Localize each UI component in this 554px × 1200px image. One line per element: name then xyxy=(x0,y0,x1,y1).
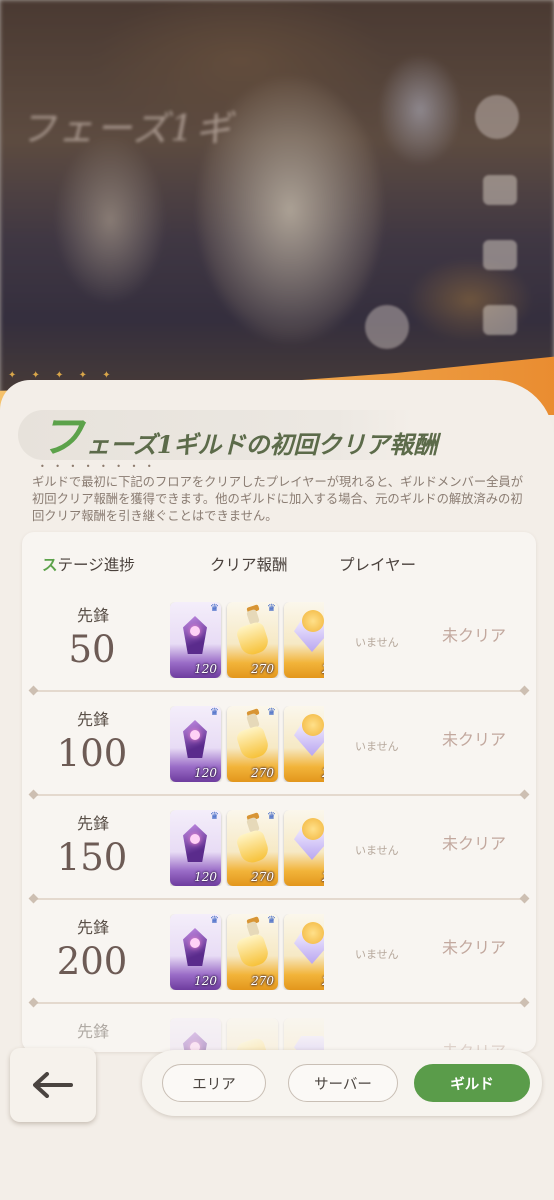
crown-icon: ♛ xyxy=(210,707,219,718)
item-count: 270 xyxy=(251,662,274,676)
description-text: ギルドで最初に下記のフロアをクリアしたプレイヤーが現れると、ギルドメンバー全員が… xyxy=(32,475,524,523)
reward-item[interactable] xyxy=(227,1018,278,1052)
reward-item[interactable]: ♛ 270 xyxy=(227,914,278,990)
item-count: 2 xyxy=(322,974,324,988)
gold-flask-icon xyxy=(235,828,271,866)
reward-item[interactable]: ♛ 2 xyxy=(284,810,324,886)
table-row: 先鋒 50 ♛ 120 ♛ 270 ♛ 2 いません 未クリア xyxy=(22,588,536,692)
stage-number: 50 xyxy=(68,628,116,671)
clear-status: 未クリア xyxy=(442,938,507,957)
reward-item[interactable] xyxy=(284,1018,324,1052)
clear-status: 未クリア xyxy=(442,626,507,645)
player-name: いません xyxy=(355,948,399,961)
background-blurred-icon xyxy=(483,175,517,205)
reward-items: ♛ 120 ♛ 270 ♛ 2 xyxy=(170,914,324,990)
reward-item[interactable]: ♛ 270 xyxy=(227,706,278,782)
ranking-tabs: エリア サーバー ギルド xyxy=(142,1050,542,1116)
stage-label: 先鋒 xyxy=(77,606,110,625)
col-player-header: プレイヤー xyxy=(339,556,417,574)
reward-item[interactable]: ♛ 120 xyxy=(170,706,221,782)
table-row: 先鋒 200 ♛ 120 ♛ 270 ♛ 2 いません 未クリア xyxy=(22,900,536,1004)
player-name: いません xyxy=(355,844,399,857)
back-button[interactable] xyxy=(10,1048,96,1122)
reward-item[interactable]: ♛ 2 xyxy=(284,914,324,990)
back-arrow-icon xyxy=(33,1072,73,1098)
crown-icon: ♛ xyxy=(210,811,219,822)
background-blurred-button xyxy=(365,305,409,349)
item-count: 270 xyxy=(251,974,274,988)
background-blurred-icon xyxy=(483,305,517,335)
gold-flask-icon xyxy=(235,932,271,970)
item-count: 270 xyxy=(251,870,274,884)
title-dots: • • • • • • • • xyxy=(40,462,156,471)
stage-number: 100 xyxy=(56,732,128,775)
purple-gem-icon xyxy=(183,616,207,654)
gold-flask-icon xyxy=(235,620,271,658)
reward-item[interactable]: ♛ 120 xyxy=(170,810,221,886)
crown-icon: ♛ xyxy=(267,915,276,926)
item-count: 120 xyxy=(194,974,217,988)
reward-item[interactable]: ♛ 2 xyxy=(284,602,324,678)
background-shade xyxy=(0,0,554,400)
stage-label: 先鋒 xyxy=(77,1022,110,1041)
background-blurred-button xyxy=(475,95,519,139)
table-row: 先鋒 150 ♛ 120 ♛ 270 ♛ 2 いません 未クリア xyxy=(22,796,536,900)
table-row: 先鋒 未クリア xyxy=(22,1004,536,1052)
tab-area[interactable]: エリア xyxy=(162,1064,266,1102)
player-name: いません xyxy=(355,740,399,753)
background-blurred-title: フェーズ1ギ xyxy=(20,109,234,150)
reward-items: ♛ 120 ♛ 270 ♛ 2 xyxy=(170,810,324,886)
title-first-char: フ xyxy=(40,412,84,463)
stage-label: 先鋒 xyxy=(77,814,110,833)
purple-gem-icon xyxy=(183,720,207,758)
background-blurred-icon xyxy=(483,240,517,270)
clear-status: 未クリア xyxy=(442,730,507,749)
rewards-table[interactable]: ステージ進捗 クリア報酬 プレイヤー 先鋒 50 ♛ 120 ♛ 270 ♛ 2 xyxy=(22,532,536,1052)
stage-label: 先鋒 xyxy=(77,918,110,937)
item-count: 270 xyxy=(251,766,274,780)
title-text: ェーズ1ギルドの初回クリア報酬 xyxy=(86,430,438,459)
reward-items xyxy=(170,1018,324,1052)
item-count: 120 xyxy=(194,870,217,884)
stage-number: 200 xyxy=(56,940,128,983)
reward-item[interactable]: ♛ 270 xyxy=(227,810,278,886)
reward-items: ♛ 120 ♛ 270 ♛ 2 xyxy=(170,602,324,678)
crown-icon: ♛ xyxy=(210,915,219,926)
table-row: 先鋒 100 ♛ 120 ♛ 270 ♛ 2 いません 未クリア xyxy=(22,692,536,796)
reward-item[interactable]: ♛ 120 xyxy=(170,914,221,990)
player-name: いません xyxy=(355,636,399,649)
stage-number: 150 xyxy=(56,836,128,879)
purple-gem-icon xyxy=(183,1032,207,1052)
purple-gem-icon xyxy=(183,824,207,862)
item-count: 120 xyxy=(194,766,217,780)
col-stage-header: ステージ進捗 xyxy=(42,556,135,574)
purple-gem-icon xyxy=(183,928,207,966)
reward-item[interactable]: ♛ 2 xyxy=(284,706,324,782)
crown-icon: ♛ xyxy=(267,707,276,718)
tab-server[interactable]: サーバー xyxy=(288,1064,398,1102)
reward-item[interactable]: ♛ 120 xyxy=(170,602,221,678)
item-count: 120 xyxy=(194,662,217,676)
table-header: ステージ進捗 クリア報酬 プレイヤー xyxy=(22,532,536,596)
item-count: 2 xyxy=(322,662,324,676)
reward-item[interactable]: ♛ 270 xyxy=(227,602,278,678)
col-reward-header: クリア報酬 xyxy=(210,556,288,574)
tab-guild[interactable]: ギルド xyxy=(414,1064,530,1102)
page-title: フ ェーズ1ギルドの初回クリア報酬 xyxy=(40,400,438,460)
gold-flask-icon xyxy=(235,724,271,762)
clear-status: 未クリア xyxy=(442,834,507,853)
item-count: 2 xyxy=(322,766,324,780)
item-count: 2 xyxy=(322,870,324,884)
crown-icon: ♛ xyxy=(210,603,219,614)
reward-item[interactable] xyxy=(170,1018,221,1052)
crown-icon: ♛ xyxy=(267,811,276,822)
crown-icon: ♛ xyxy=(267,603,276,614)
reward-items: ♛ 120 ♛ 270 ♛ 2 xyxy=(170,706,324,782)
sparkle-decoration: ✦ ✦ ✦ ✦ ✦ xyxy=(8,370,117,381)
stage-label: 先鋒 xyxy=(77,710,110,729)
